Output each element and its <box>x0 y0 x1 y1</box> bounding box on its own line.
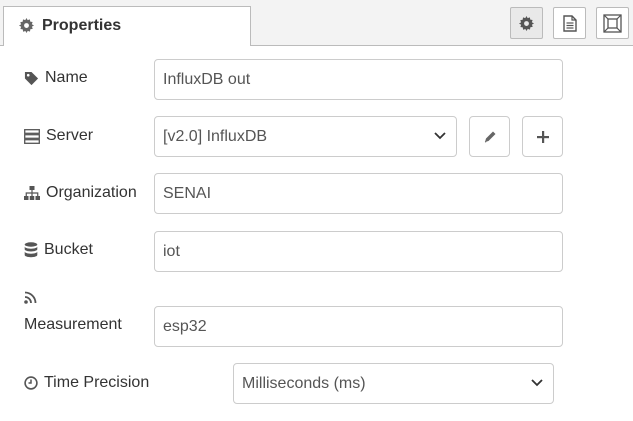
rss-icon <box>24 291 37 304</box>
name-input[interactable] <box>154 59 563 100</box>
tag-icon <box>24 71 39 85</box>
appearance-icon <box>603 13 622 33</box>
name-label-text: Name <box>45 69 88 86</box>
add-server-button[interactable] <box>522 116 563 157</box>
organization-label-text: Organization <box>46 184 137 201</box>
server-select[interactable]: [v2.0] InfluxDB <box>154 116 457 157</box>
pencil-icon <box>484 131 495 142</box>
gear-icon <box>519 15 534 31</box>
appearance-button[interactable] <box>596 7 629 39</box>
time-precision-selected: Milliseconds (ms) <box>242 374 366 392</box>
measurement-label-text: Measurement <box>24 316 122 333</box>
server-icon <box>24 128 40 144</box>
server-selected: [v2.0] InfluxDB <box>163 127 268 145</box>
description-icon <box>562 14 577 32</box>
time-precision-select[interactable]: Milliseconds (ms) <box>233 363 554 404</box>
server-label-text: Server <box>46 127 94 144</box>
time-precision-label-text: Time Precision <box>44 374 150 391</box>
tab-bar: Properties <box>0 0 633 46</box>
server-label: Server <box>24 127 93 145</box>
chevron-down-icon <box>434 132 446 140</box>
plus-icon <box>536 130 549 143</box>
time-precision-label: Time Precision <box>24 374 149 392</box>
gear-icon <box>19 18 34 33</box>
properties-form: Name Server [v2.0] InfluxDB <box>0 46 633 421</box>
database-icon <box>24 242 38 258</box>
bucket-input[interactable] <box>154 231 563 272</box>
clock-icon <box>24 376 38 390</box>
name-label: Name <box>24 69 88 87</box>
sitemap-icon <box>24 186 40 200</box>
organization-label: Organization <box>24 184 137 202</box>
edit-server-button[interactable] <box>469 116 510 157</box>
measurement-label: Measurement <box>24 316 122 334</box>
organization-input[interactable] <box>154 173 563 214</box>
bucket-label: Bucket <box>24 241 93 259</box>
description-button[interactable] <box>553 7 586 39</box>
measurement-input[interactable] <box>154 306 563 347</box>
chevron-down-icon <box>531 379 543 387</box>
properties-button[interactable] <box>510 7 543 39</box>
bucket-label-text: Bucket <box>44 241 93 258</box>
tab-properties[interactable]: Properties <box>3 6 251 46</box>
tab-title: Properties <box>42 17 122 34</box>
